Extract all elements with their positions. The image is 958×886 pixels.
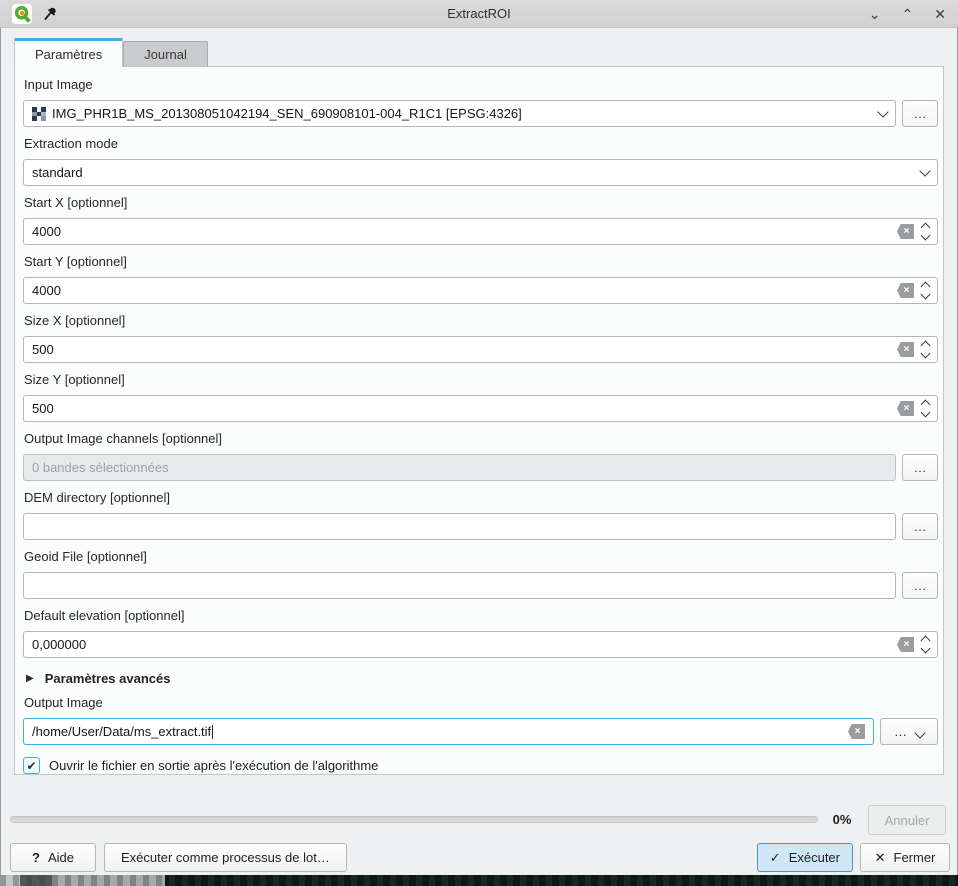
run-as-batch-button[interactable]: Exécuter comme processus de lot… [104,843,347,872]
clear-field-icon[interactable]: × [897,342,914,357]
minimize-icon[interactable]: ⌄ [869,0,881,28]
window-title: ExtractROI [0,6,958,21]
size-y-spinbox[interactable]: 500 × [23,395,938,422]
titlebar: ExtractROI ⌄ ⌃ ✕ [0,0,958,28]
spin-down-icon [921,290,931,300]
help-icon: ? [32,850,40,865]
dem-directory-label: DEM directory [optionnel] [24,490,938,506]
start-x-label: Start X [optionnel] [24,195,938,211]
chevron-down-icon [914,727,925,738]
extraction-mode-combobox[interactable]: standard [23,159,938,186]
output-image-label: Output Image [24,695,938,711]
progress-percent: 0% [824,810,860,830]
output-channels-label: Output Image channels [optionnel] [24,431,938,447]
extraction-mode-label: Extraction mode [24,136,938,152]
spin-down-icon [921,644,931,654]
spinbox-arrows[interactable] [922,283,929,298]
collapsed-arrow-icon: ▶ [26,673,34,684]
close-button[interactable]: ✕ Fermer [860,843,950,872]
spinbox-arrows[interactable] [922,401,929,416]
open-output-checkbox[interactable]: ✔ [23,757,40,774]
output-image-browse-menu-button[interactable]: … [880,718,938,745]
run-button[interactable]: ✓ Exécuter [757,843,853,872]
close-icon: ✕ [875,850,886,866]
output-channels-browse-button[interactable]: … [902,454,938,481]
spin-down-icon [921,349,931,359]
run-button-label: Exécuter [789,850,840,865]
input-image-label: Input Image [24,77,938,93]
clear-field-icon[interactable]: × [897,224,914,239]
tabbar: Paramètres Journal [14,38,208,67]
geoid-file-browse-button[interactable]: … [902,572,938,599]
map-canvas-behind-dialog [0,875,958,886]
size-x-label: Size X [optionnel] [24,313,938,329]
checkmark-icon: ✔ [26,759,36,773]
text-cursor [212,725,213,739]
output-channels-field[interactable]: 0 bandes sélectionnées [23,454,896,481]
spin-down-icon [921,231,931,241]
start-x-spinbox[interactable]: 4000 × [23,218,938,245]
tab-parametres-label: Paramètres [35,47,102,62]
chevron-down-icon [919,165,930,176]
start-y-label: Start Y [optionnel] [24,254,938,270]
size-y-value: 500 [32,401,54,416]
cancel-button[interactable]: Annuler [868,805,946,835]
tab-journal[interactable]: Journal [123,41,208,67]
browse-ellipsis: … [894,724,907,739]
start-x-value: 4000 [32,224,61,239]
geoid-file-field[interactable] [23,572,896,599]
raster-layer-icon [32,107,46,121]
spinbox-arrows[interactable] [922,342,929,357]
open-output-checkbox-label: Ouvrir le fichier en sortie après l'exéc… [49,758,378,773]
advanced-parameters-toggle[interactable]: ▶ Paramètres avancés [26,671,938,686]
input-image-combobox[interactable]: IMG_PHR1B_MS_201308051042194_SEN_6909081… [23,100,896,127]
clear-field-icon[interactable]: × [848,724,865,739]
spinbox-arrows[interactable] [922,637,929,652]
parameters-pane: Input Image IMG_PHR1B_MS_201308051042194… [14,66,944,775]
progress-bar [10,816,818,823]
start-y-spinbox[interactable]: 4000 × [23,277,938,304]
size-x-spinbox[interactable]: 500 × [23,336,938,363]
dem-directory-field[interactable] [23,513,896,540]
geoid-file-label: Geoid File [optionnel] [24,549,938,565]
input-image-browse-button[interactable]: … [902,100,938,127]
maximize-icon[interactable]: ⌃ [902,0,914,28]
size-y-label: Size Y [optionnel] [24,372,938,388]
clear-field-icon[interactable]: × [897,637,914,652]
close-button-label: Fermer [894,850,936,865]
default-elevation-label: Default elevation [optionnel] [24,608,938,624]
spinbox-arrows[interactable] [922,224,929,239]
qgis-logo-icon [12,4,32,24]
clear-field-icon[interactable]: × [897,283,914,298]
tab-journal-label: Journal [144,47,187,62]
tab-parametres[interactable]: Paramètres [14,38,123,67]
help-button-label: Aide [48,850,74,865]
pin-icon [42,6,58,22]
default-elevation-spinbox[interactable]: 0,000000 × [23,631,938,658]
cancel-button-label: Annuler [885,813,930,828]
input-image-value: IMG_PHR1B_MS_201308051042194_SEN_6909081… [52,106,522,121]
advanced-parameters-label: Paramètres avancés [45,671,171,686]
clear-field-icon[interactable]: × [897,401,914,416]
checkmark-icon: ✓ [770,850,781,866]
close-window-icon[interactable]: ✕ [934,0,946,28]
output-image-field[interactable]: /home/User/Data/ms_extract.tif × [23,718,874,745]
output-image-value: /home/User/Data/ms_extract.tif [32,724,211,739]
help-button[interactable]: ? Aide [10,843,96,872]
spin-down-icon [921,408,931,418]
size-x-value: 500 [32,342,54,357]
chevron-down-icon [877,106,888,117]
dem-directory-browse-button[interactable]: … [902,513,938,540]
run-as-batch-label: Exécuter comme processus de lot… [121,850,330,865]
output-channels-value: 0 bandes sélectionnées [32,460,169,475]
default-elevation-value: 0,000000 [32,637,86,652]
start-y-value: 4000 [32,283,61,298]
extraction-mode-value: standard [32,165,83,180]
